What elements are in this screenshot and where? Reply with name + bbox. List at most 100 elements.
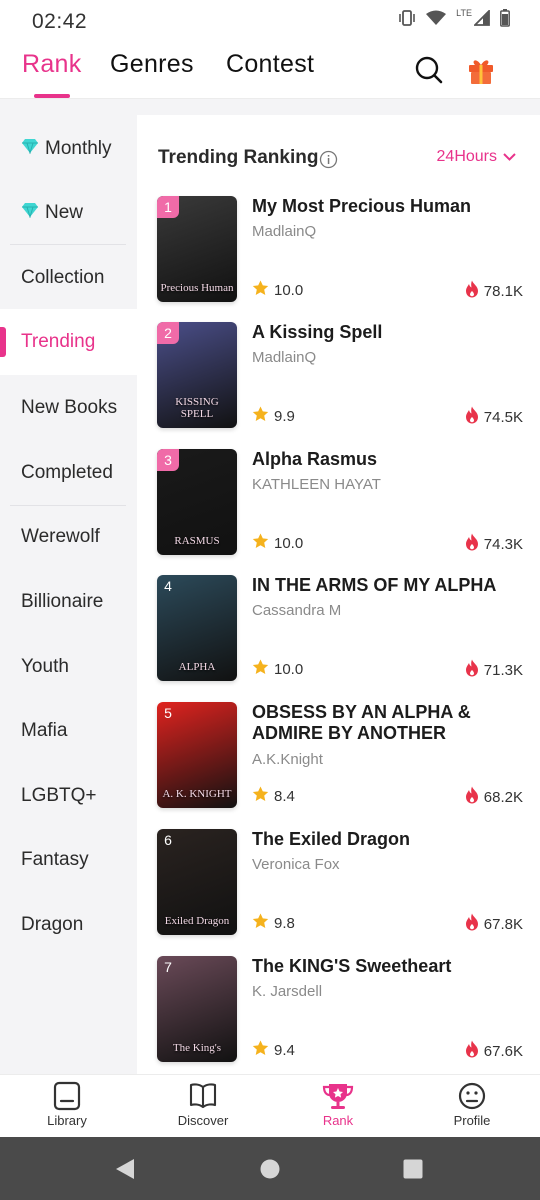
star-icon: [252, 659, 269, 679]
flame-icon: [465, 913, 479, 935]
tab-rank[interactable]: Rank: [22, 50, 82, 79]
sidebar-item-label: LGBTQ+: [21, 785, 97, 806]
chevron-down-icon: [503, 153, 516, 161]
nav-label: Discover: [177, 1113, 229, 1128]
nav-label: Profile: [453, 1113, 491, 1128]
rank-badge: 2: [157, 322, 179, 344]
book-item[interactable]: 4 ALPHA IN THE ARMS OF MY ALPHA Cassandra M…: [157, 575, 523, 681]
star-icon: [252, 406, 269, 426]
tab-contest[interactable]: Contest: [226, 50, 314, 79]
sidebar-item-label: Mafia: [21, 720, 68, 741]
sidebar-item-label: Trending: [21, 331, 96, 352]
book-title[interactable]: The Exiled Dragon: [252, 829, 522, 850]
star-icon: [252, 1040, 269, 1060]
nav-library[interactable]: Library: [17, 1079, 117, 1137]
sidebar-item-monthly[interactable]: Monthly: [0, 117, 137, 181]
bottom-nav: Library Discover Rank Profile: [0, 1074, 540, 1137]
open-book-icon: [189, 1083, 217, 1109]
trophy-icon: [322, 1084, 354, 1109]
book-popularity: 74.3K: [465, 533, 523, 555]
rank-badge: 5: [164, 705, 172, 721]
sidebar-item-label: Dragon: [21, 914, 84, 935]
sidebar-item-fantasy[interactable]: Fantasy: [0, 828, 137, 892]
sidebar-item-label: Fantasy: [21, 849, 89, 870]
book-popularity: 78.1K: [465, 280, 523, 302]
nav-discover[interactable]: Discover: [153, 1079, 253, 1137]
diamond-icon: [21, 138, 39, 160]
period-dropdown[interactable]: 24Hours: [437, 148, 516, 166]
signal-icon: [474, 10, 490, 26]
book-title[interactable]: My Most Precious Human: [252, 196, 522, 217]
book-cover[interactable]: 7 The King's: [157, 956, 237, 1062]
popularity-value: 78.1K: [483, 282, 523, 300]
sidebar-item-new-books[interactable]: New Books: [0, 376, 137, 440]
sidebar-divider: [10, 244, 126, 245]
book-title[interactable]: Alpha Rasmus: [252, 449, 522, 470]
sidebar-item-lgbtq[interactable]: LGBTQ+: [0, 764, 137, 828]
star-icon: [252, 533, 269, 553]
tab-genres[interactable]: Genres: [110, 50, 194, 79]
book-cover[interactable]: 2 KISSING SPELL: [157, 322, 237, 428]
sidebar-item-youth[interactable]: Youth: [0, 635, 137, 699]
book-item[interactable]: 2 KISSING SPELL A Kissing Spell MadlainQ 9.9…: [157, 322, 523, 428]
star-icon: [252, 786, 269, 806]
system-navigation-bar: [0, 1137, 540, 1200]
book-rating: 10.0: [252, 533, 303, 553]
popularity-value: 68.2K: [483, 788, 523, 806]
book-title[interactable]: IN THE ARMS OF MY ALPHA: [252, 575, 522, 596]
popularity-value: 74.5K: [483, 408, 523, 426]
sidebar-item-billionaire[interactable]: Billionaire: [0, 570, 137, 634]
book-rating: 9.8: [252, 913, 295, 933]
sidebar-item-mafia[interactable]: Mafia: [0, 699, 137, 763]
rating-value: 9.4: [274, 1041, 295, 1059]
rating-value: 9.8: [274, 914, 295, 932]
book-title[interactable]: A Kissing Spell: [252, 322, 522, 343]
book-author: MadlainQ: [252, 223, 317, 240]
book-rating: 8.4: [252, 786, 295, 806]
back-icon[interactable]: [114, 1157, 136, 1181]
popularity-value: 67.6K: [483, 1042, 523, 1060]
ranking-panel: Trending Ranking 24Hours 1 Precious Human…: [137, 99, 540, 1074]
sidebar-item-completed[interactable]: Completed: [0, 441, 137, 505]
book-item[interactable]: 5 A. K. KNIGHT OBSESS BY AN ALPHA & ADMIRE…: [157, 702, 523, 808]
book-item[interactable]: 7 The King's The KING'S Sweetheart K. Jarsd…: [157, 956, 523, 1062]
status-bar: 02:42 LTE: [0, 0, 540, 42]
sidebar-item-trending[interactable]: Trending: [0, 310, 137, 374]
book-cover[interactable]: 3 RASMUS: [157, 449, 237, 555]
nav-rank[interactable]: Rank: [288, 1079, 388, 1137]
book-cover[interactable]: 6 Exiled Dragon: [157, 829, 237, 935]
nav-label: Rank: [322, 1113, 354, 1128]
book-item[interactable]: 6 Exiled Dragon The Exiled Dragon Veronica …: [157, 829, 523, 935]
sidebar-item-werewolf[interactable]: Werewolf: [0, 505, 137, 569]
book-title[interactable]: The KING'S Sweetheart: [252, 956, 522, 977]
book-title[interactable]: OBSESS BY AN ALPHA & ADMIRE BY ANOTHER: [252, 702, 522, 744]
home-icon[interactable]: [259, 1157, 281, 1181]
book-cover[interactable]: 5 A. K. KNIGHT: [157, 702, 237, 808]
search-icon: [415, 56, 443, 84]
sidebar-item-dragon[interactable]: Dragon: [0, 893, 137, 957]
book-author: MadlainQ: [252, 349, 317, 366]
book-cover[interactable]: 4 ALPHA: [157, 575, 237, 681]
vibrate-icon: [399, 10, 415, 26]
cover-title: A. K. KNIGHT: [162, 788, 232, 800]
ranking-title: Trending Ranking: [158, 147, 319, 168]
battery-icon: [500, 9, 510, 27]
book-item[interactable]: 1 Precious Human My Most Precious Human Mad…: [157, 196, 523, 302]
sidebar-item-label: Billionaire: [21, 591, 104, 612]
flame-icon: [465, 280, 479, 302]
search-button[interactable]: [414, 54, 444, 86]
book-cover[interactable]: 1 Precious Human: [157, 196, 237, 302]
book-item[interactable]: 3 RASMUS Alpha Rasmus KATHLEEN HAYAT 10.0 74.…: [157, 449, 523, 555]
rating-value: 10.0: [274, 660, 304, 678]
recents-icon[interactable]: [402, 1157, 424, 1181]
sidebar-item-collection[interactable]: Collection: [0, 246, 137, 310]
rank-badge: 3: [157, 449, 179, 471]
info-icon[interactable]: [319, 150, 338, 169]
gift-button[interactable]: [466, 54, 496, 86]
flame-icon: [465, 406, 479, 428]
nav-profile[interactable]: Profile: [422, 1079, 522, 1137]
rating-value: 9.9: [274, 407, 295, 425]
sidebar-item-label: Monthly: [45, 138, 112, 159]
network-label: LTE: [456, 8, 472, 18]
sidebar-item-new[interactable]: New: [0, 181, 137, 245]
